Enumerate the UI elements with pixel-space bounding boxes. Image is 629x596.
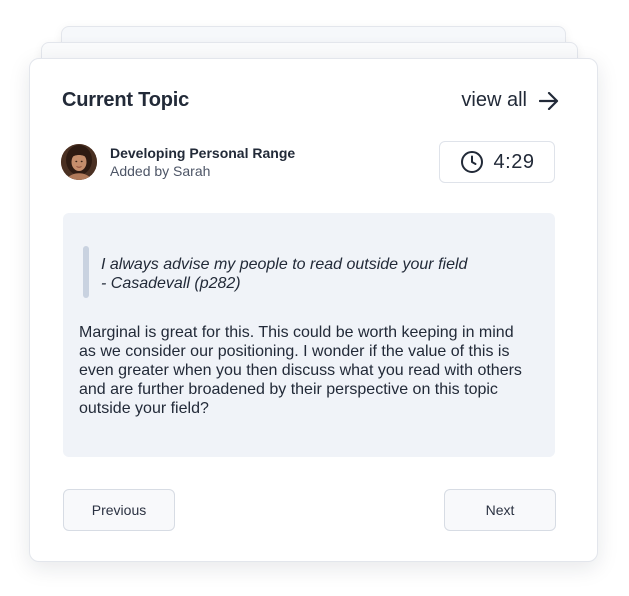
view-all-label: view all [461,89,527,111]
next-button[interactable]: Next [444,489,556,531]
topic-added-by: Added by Sarah [110,163,211,179]
topic-row: Developing Personal Range Added by Sarah… [61,141,555,183]
clock-icon [460,151,483,173]
card-title: Current Topic [62,89,190,111]
timer-value: 4:29 [493,150,535,173]
topic-content: I always advise my people to read outsid… [63,213,555,457]
arrow-right-icon [539,91,559,110]
card-header: Current Topic view all [62,89,559,112]
quote-line: I always advise my people to read outsid… [101,256,468,273]
comment-text: Marginal is great for this. This could b… [79,324,522,417]
current-topic-card: Current Topic view all Developing Person… [29,58,598,562]
topic-text: Developing Personal Range Added by Sarah [110,145,295,179]
view-all-link[interactable]: view all [461,89,559,112]
quote-block: I always advise my people to read outsid… [83,246,539,298]
quote-attribution: - Casadevall (p282) [101,275,241,292]
previous-button[interactable]: Previous [63,489,175,531]
avatar [61,144,97,180]
topic-name: Developing Personal Range [110,145,296,161]
avatar-photo [61,144,97,180]
topic-info: Developing Personal Range Added by Sarah [61,144,295,180]
quote-bar [83,246,89,298]
timer: 4:29 [439,141,555,183]
quote-text: I always advise my people to read outsid… [101,247,467,298]
stage: Current Topic view all Developing Person… [0,0,629,596]
